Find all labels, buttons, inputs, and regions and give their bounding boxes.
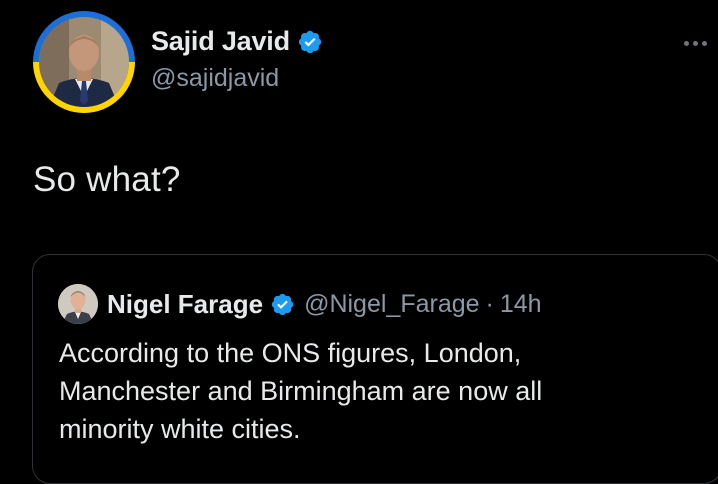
verified-badge-icon — [270, 292, 295, 317]
more-dot — [684, 40, 689, 46]
separator-dot: · — [485, 289, 494, 318]
author-name-row: Sajid Javid — [151, 26, 323, 57]
verified-badge-icon — [297, 29, 323, 55]
quoted-tweet-time[interactable]: 14h — [500, 290, 542, 319]
author-avatar-photo — [39, 17, 129, 107]
quoted-tweet-header: Nigel Farage @Nigel_Farage · 14h — [58, 284, 542, 324]
more-options-icon[interactable] — [684, 38, 714, 48]
quoted-text-line: According to the ONS figures, London, — [59, 338, 522, 368]
author-handle[interactable]: @sajidjavid — [151, 64, 279, 93]
author-name[interactable]: Sajid Javid — [151, 26, 290, 57]
quoted-author-name[interactable]: Nigel Farage — [107, 289, 263, 320]
author-avatar[interactable] — [33, 11, 135, 113]
tweet-text: So what? — [33, 160, 181, 199]
quoted-author-handle[interactable]: @Nigel_Farage — [304, 290, 479, 319]
quoted-text-line: Manchester and Birmingham are now all — [59, 376, 543, 406]
quoted-tweet-text: According to the ONS figures, London, Ma… — [59, 334, 679, 448]
quoted-author-avatar[interactable] — [58, 284, 98, 324]
quoted-text-line: minority white cities. — [59, 414, 301, 444]
more-dot — [693, 40, 698, 46]
more-dot — [702, 40, 707, 46]
